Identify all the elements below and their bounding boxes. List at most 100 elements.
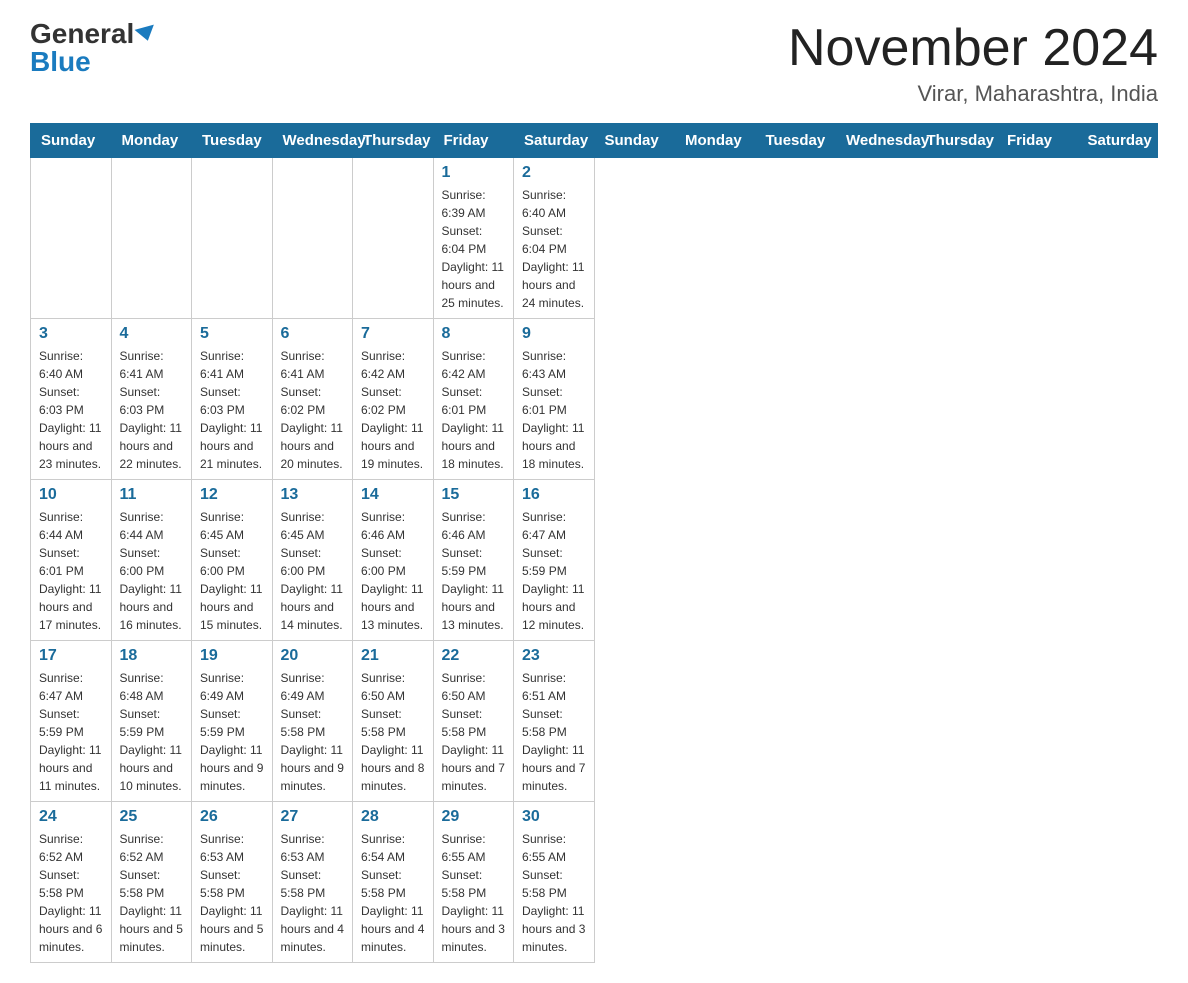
- day-info: Sunrise: 6:52 AMSunset: 5:58 PMDaylight:…: [120, 830, 184, 956]
- calendar-cell: 2 Sunrise: 6:40 AMSunset: 6:04 PMDaylight…: [514, 158, 595, 319]
- day-number: 7: [361, 325, 425, 343]
- day-info: Sunrise: 6:50 AMSunset: 5:58 PMDaylight:…: [361, 669, 425, 795]
- calendar-cell: 12Sunrise: 6:45 AMSunset: 6:00 PMDayligh…: [192, 480, 273, 641]
- day-number: 25: [120, 808, 184, 826]
- day-number: 11: [120, 486, 184, 504]
- calendar-cell: 24Sunrise: 6:52 AMSunset: 5:58 PMDayligh…: [31, 802, 112, 963]
- logo-triangle-icon: [135, 25, 158, 44]
- calendar-cell: 17 Sunrise: 6:47 AMSunset: 5:59 PMDayligh…: [31, 641, 112, 802]
- day-info: Sunrise: 6:46 AMSunset: 5:59 PMDaylight:…: [442, 508, 506, 634]
- day-number: 15: [442, 486, 506, 504]
- calendar-cell: 9 Sunrise: 6:43 AMSunset: 6:01 PMDaylight…: [514, 319, 595, 480]
- calendar-cell: 6 Sunrise: 6:41 AMSunset: 6:02 PMDaylight…: [272, 319, 353, 480]
- calendar-cell: 22Sunrise: 6:50 AMSunset: 5:58 PMDayligh…: [433, 641, 514, 802]
- header-friday: Friday: [433, 124, 514, 158]
- day-number: 1: [442, 164, 506, 182]
- calendar-cell: 23 Sunrise: 6:51 AMSunset: 5:58 PMDayligh…: [514, 641, 595, 802]
- col-header-tuesday: Tuesday: [755, 124, 836, 158]
- logo-general-text: General: [30, 20, 134, 48]
- calendar-cell: 30 Sunrise: 6:55 AMSunset: 5:58 PMDayligh…: [514, 802, 595, 963]
- day-info: Sunrise: 6:47 AMSunset: 5:59 PMDaylight:…: [39, 669, 103, 795]
- day-number: 14: [361, 486, 425, 504]
- day-info: Sunrise: 6:41 AMSunset: 6:03 PMDaylight:…: [200, 347, 264, 473]
- col-header-monday: Monday: [675, 124, 756, 158]
- day-info: Sunrise: 6:48 AMSunset: 5:59 PMDaylight:…: [120, 669, 184, 795]
- calendar-week-1: 1 Sunrise: 6:39 AMSunset: 6:04 PMDaylight…: [31, 158, 1158, 319]
- day-number: 23: [522, 647, 586, 665]
- logo-blue-text: Blue: [30, 48, 91, 76]
- day-info: Sunrise: 6:39 AMSunset: 6:04 PMDaylight:…: [442, 186, 506, 312]
- calendar-cell: 3 Sunrise: 6:40 AMSunset: 6:03 PMDaylight…: [31, 319, 112, 480]
- calendar-cell: [31, 158, 112, 319]
- calendar-cell: 14Sunrise: 6:46 AMSunset: 6:00 PMDayligh…: [353, 480, 434, 641]
- calendar-cell: 29 Sunrise: 6:55 AMSunset: 5:58 PMDayligh…: [433, 802, 514, 963]
- day-number: 28: [361, 808, 425, 826]
- header-tuesday: Tuesday: [192, 124, 273, 158]
- day-info: Sunrise: 6:40 AMSunset: 6:04 PMDaylight:…: [522, 186, 586, 312]
- day-number: 10: [39, 486, 103, 504]
- day-number: 5: [200, 325, 264, 343]
- header-monday: Monday: [111, 124, 192, 158]
- day-number: 8: [442, 325, 506, 343]
- day-info: Sunrise: 6:50 AMSunset: 5:58 PMDaylight:…: [442, 669, 506, 795]
- day-info: Sunrise: 6:44 AMSunset: 6:01 PMDaylight:…: [39, 508, 103, 634]
- col-header-saturday: Saturday: [1077, 124, 1158, 158]
- month-title: November 2024: [788, 20, 1158, 77]
- day-info: Sunrise: 6:52 AMSunset: 5:58 PMDaylight:…: [39, 830, 103, 956]
- day-info: Sunrise: 6:49 AMSunset: 5:58 PMDaylight:…: [281, 669, 345, 795]
- header-thursday: Thursday: [353, 124, 434, 158]
- day-info: Sunrise: 6:43 AMSunset: 6:01 PMDaylight:…: [522, 347, 586, 473]
- day-info: Sunrise: 6:55 AMSunset: 5:58 PMDaylight:…: [442, 830, 506, 956]
- calendar-cell: 1 Sunrise: 6:39 AMSunset: 6:04 PMDaylight…: [433, 158, 514, 319]
- day-number: 30: [522, 808, 586, 826]
- day-info: Sunrise: 6:41 AMSunset: 6:02 PMDaylight:…: [281, 347, 345, 473]
- day-number: 13: [281, 486, 345, 504]
- calendar-cell: [111, 158, 192, 319]
- calendar-cell: [353, 158, 434, 319]
- day-number: 21: [361, 647, 425, 665]
- calendar-cell: 20Sunrise: 6:49 AMSunset: 5:58 PMDayligh…: [272, 641, 353, 802]
- calendar-week-5: 24Sunrise: 6:52 AMSunset: 5:58 PMDayligh…: [31, 802, 1158, 963]
- day-number: 17: [39, 647, 103, 665]
- calendar-week-2: 3 Sunrise: 6:40 AMSunset: 6:03 PMDaylight…: [31, 319, 1158, 480]
- page-header: General Blue November 2024 Virar, Mahara…: [30, 20, 1158, 107]
- col-header-sunday: Sunday: [594, 124, 675, 158]
- day-info: Sunrise: 6:49 AMSunset: 5:59 PMDaylight:…: [200, 669, 264, 795]
- day-info: Sunrise: 6:53 AMSunset: 5:58 PMDaylight:…: [281, 830, 345, 956]
- day-number: 9: [522, 325, 586, 343]
- day-number: 6: [281, 325, 345, 343]
- calendar-cell: 28Sunrise: 6:54 AMSunset: 5:58 PMDayligh…: [353, 802, 434, 963]
- header-sunday: Sunday: [31, 124, 112, 158]
- calendar-cell: [272, 158, 353, 319]
- day-number: 16: [522, 486, 586, 504]
- day-info: Sunrise: 6:53 AMSunset: 5:58 PMDaylight:…: [200, 830, 264, 956]
- day-number: 4: [120, 325, 184, 343]
- day-info: Sunrise: 6:45 AMSunset: 6:00 PMDaylight:…: [200, 508, 264, 634]
- day-number: 18: [120, 647, 184, 665]
- day-number: 29: [442, 808, 506, 826]
- calendar-cell: 7 Sunrise: 6:42 AMSunset: 6:02 PMDaylight…: [353, 319, 434, 480]
- col-header-thursday: Thursday: [916, 124, 997, 158]
- header-saturday: Saturday: [514, 124, 595, 158]
- day-number: 2: [522, 164, 586, 182]
- title-section: November 2024 Virar, Maharashtra, India: [788, 20, 1158, 107]
- day-number: 3: [39, 325, 103, 343]
- calendar-cell: 18 Sunrise: 6:48 AMSunset: 5:59 PMDayligh…: [111, 641, 192, 802]
- col-header-friday: Friday: [997, 124, 1078, 158]
- day-number: 19: [200, 647, 264, 665]
- day-info: Sunrise: 6:55 AMSunset: 5:58 PMDaylight:…: [522, 830, 586, 956]
- calendar-cell: 27Sunrise: 6:53 AMSunset: 5:58 PMDayligh…: [272, 802, 353, 963]
- header-wednesday: Wednesday: [272, 124, 353, 158]
- day-info: Sunrise: 6:51 AMSunset: 5:58 PMDaylight:…: [522, 669, 586, 795]
- calendar-cell: 26 Sunrise: 6:53 AMSunset: 5:58 PMDayligh…: [192, 802, 273, 963]
- calendar-cell: 8Sunrise: 6:42 AMSunset: 6:01 PMDaylight…: [433, 319, 514, 480]
- day-number: 26: [200, 808, 264, 826]
- day-info: Sunrise: 6:42 AMSunset: 6:02 PMDaylight:…: [361, 347, 425, 473]
- day-info: Sunrise: 6:40 AMSunset: 6:03 PMDaylight:…: [39, 347, 103, 473]
- calendar-cell: 11 Sunrise: 6:44 AMSunset: 6:00 PMDayligh…: [111, 480, 192, 641]
- calendar-cell: 15 Sunrise: 6:46 AMSunset: 5:59 PMDayligh…: [433, 480, 514, 641]
- calendar-cell: 4Sunrise: 6:41 AMSunset: 6:03 PMDaylight…: [111, 319, 192, 480]
- location-text: Virar, Maharashtra, India: [788, 81, 1158, 107]
- col-header-wednesday: Wednesday: [836, 124, 917, 158]
- day-info: Sunrise: 6:44 AMSunset: 6:00 PMDaylight:…: [120, 508, 184, 634]
